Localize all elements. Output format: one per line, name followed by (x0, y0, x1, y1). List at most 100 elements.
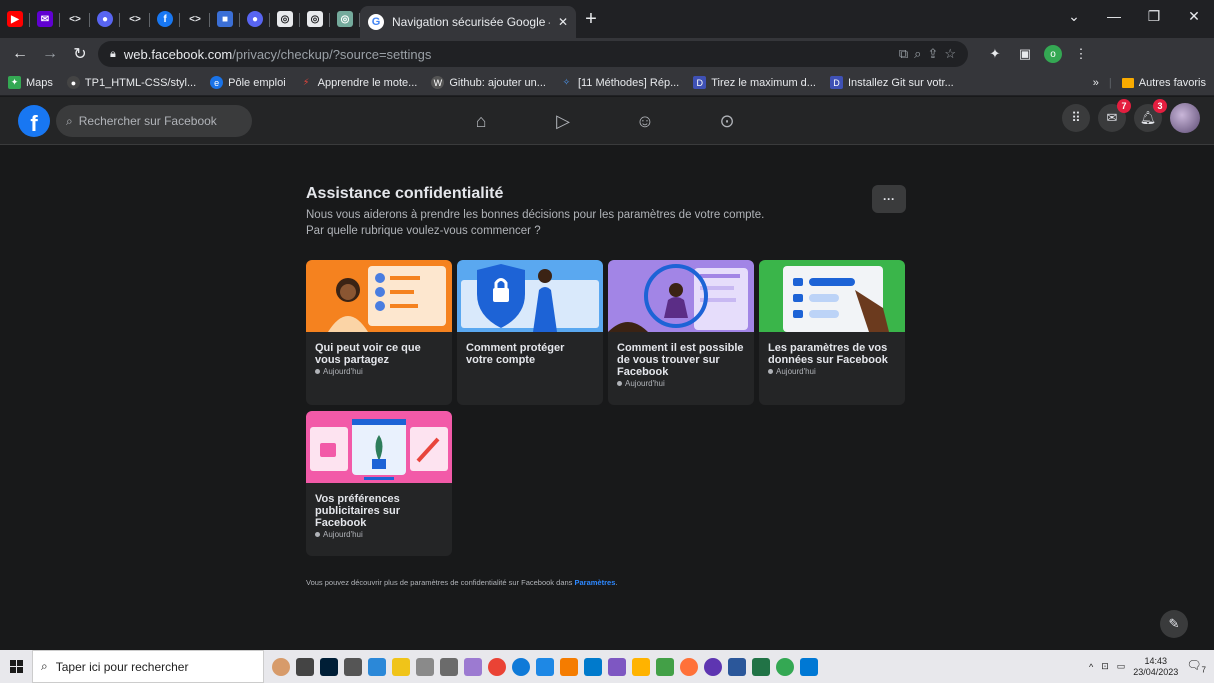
app-icon[interactable] (656, 657, 674, 676)
card-data-settings[interactable]: Les paramètres de vos données sur Facebo… (759, 260, 905, 405)
app-icon[interactable] (464, 657, 482, 676)
watch-icon[interactable]: ▷ (522, 97, 604, 145)
facebook-header: f ⌕ ⌂ ▷ ☺ ⊙ ⠿ ✉7 🔔︎3 (0, 97, 1214, 145)
app-icon[interactable] (632, 657, 650, 676)
groups-icon[interactable]: ☺ (604, 97, 686, 145)
install-app-icon[interactable]: ⧉ (899, 46, 908, 62)
new-tab-button[interactable]: + (576, 8, 606, 31)
tab-discord-2[interactable]: ● (240, 5, 270, 33)
cortana-icon[interactable] (272, 657, 290, 676)
tab-code-2[interactable]: <> (120, 5, 150, 33)
tab-code-3[interactable]: <> (180, 5, 210, 33)
bookmark-item[interactable]: ⚡︎ Apprendre le mote... (300, 76, 417, 89)
tab-facebook[interactable]: f (150, 5, 180, 33)
card-date: Aujourd'hui (768, 367, 896, 376)
tab-mail[interactable]: ✉ (30, 5, 60, 33)
tab-openai-1[interactable]: ◎ (270, 5, 300, 33)
notifications-icon[interactable]: 🔔︎ 3 (1134, 99, 1167, 132)
battery-icon[interactable]: ▭ (1117, 661, 1126, 672)
network-icon[interactable]: ⊡ (1101, 661, 1109, 672)
back-button[interactable]: ← (8, 42, 32, 66)
bookmark-item[interactable]: ✧ [11 Méthodes] Rép... (560, 76, 680, 89)
page-subtitle: Nous vous aiderons à prendre les bonnes … (306, 209, 765, 221)
reload-button[interactable]: ↻ (68, 42, 92, 66)
app-icon[interactable] (560, 657, 578, 676)
url-field[interactable]: 🔒︎ web.facebook.com/privacy/checkup/?sou… (98, 41, 968, 67)
photos-icon[interactable] (800, 657, 818, 676)
new-message-button[interactable]: ✎ (1160, 610, 1188, 638)
google-icon: G (368, 14, 384, 30)
search-input[interactable] (78, 114, 229, 128)
start-button[interactable] (0, 650, 32, 683)
tab-youtube[interactable]: ▶ (0, 5, 30, 33)
chrome-icon[interactable] (488, 657, 506, 676)
tab-code-1[interactable]: <> (60, 5, 90, 33)
extensions-icon[interactable]: ✦ (984, 43, 1006, 65)
file-explorer-icon[interactable] (392, 657, 410, 676)
vscode-icon[interactable] (584, 657, 602, 676)
facebook-logo[interactable]: f (18, 105, 50, 137)
word-icon[interactable] (728, 657, 746, 676)
card-how-to-find[interactable]: Comment il est possible de vous trouver … (608, 260, 754, 405)
card-title: Comment il est possible de vous trouver … (617, 342, 744, 378)
notification-center-icon[interactable]: 🗨︎7 (1186, 658, 1206, 674)
close-window-button[interactable]: ✕ (1174, 0, 1214, 32)
forward-button[interactable]: → (38, 42, 62, 66)
tab-search-icon[interactable]: ⌄ (1054, 0, 1094, 32)
app-icon: ■ (217, 11, 233, 27)
firefox-icon[interactable] (680, 657, 698, 676)
photoshop-icon[interactable] (320, 657, 338, 676)
home-icon[interactable]: ⌂ (440, 97, 522, 145)
task-view-icon[interactable] (296, 657, 314, 676)
tab-discord-1[interactable]: ● (90, 5, 120, 33)
app-icon[interactable] (608, 657, 626, 676)
excel-icon[interactable] (752, 657, 770, 676)
app-icon[interactable] (440, 657, 458, 676)
profile-avatar[interactable]: o (1044, 45, 1062, 63)
tab-openai-3[interactable]: ◎ (330, 5, 360, 33)
messenger-icon[interactable]: ✉ 7 (1098, 99, 1131, 132)
tab-openai-2[interactable]: ◎ (300, 5, 330, 33)
tab-app[interactable]: ■ (210, 5, 240, 33)
bookmark-item[interactable]: ✦ Maps (8, 76, 53, 89)
app-icon[interactable] (704, 657, 722, 676)
taskbar-search[interactable]: ⌕ Taper ici pour rechercher (32, 650, 264, 683)
avatar[interactable] (1170, 103, 1200, 133)
card-who-can-see[interactable]: Qui peut voir ce que vous partagez Aujou… (306, 260, 452, 405)
other-bookmarks[interactable]: Autres favoris (1121, 77, 1206, 89)
app-icon[interactable] (368, 657, 386, 676)
chevron-up-icon[interactable]: ^ (1089, 662, 1093, 672)
share-icon[interactable]: ⇪ (927, 46, 938, 62)
settings-link[interactable]: Paramètres (575, 578, 616, 587)
card-ad-preferences[interactable]: Vos préférences publicitaires sur Facebo… (306, 411, 452, 556)
bookmark-item[interactable]: D Tirez le maximum d... (693, 76, 816, 89)
card-protect-account[interactable]: Comment protéger votre compte (457, 260, 603, 405)
menu-grid-icon[interactable]: ⠿ (1062, 104, 1090, 132)
edge-icon[interactable] (512, 657, 530, 676)
restore-button[interactable]: ❐ (1134, 0, 1174, 32)
close-tab-icon[interactable]: ✕ (558, 15, 568, 29)
app-icon[interactable] (536, 657, 554, 676)
browser-menu-icon[interactable]: ⋮ (1070, 43, 1092, 65)
facebook-search[interactable]: ⌕ (56, 105, 252, 137)
side-panel-icon[interactable]: ▣ (1014, 43, 1036, 65)
bookmark-item[interactable]: W Github: ajouter un... (431, 76, 546, 89)
bookmark-item[interactable]: D Installez Git sur votr... (829, 76, 954, 89)
bookmark-label: Maps (26, 76, 53, 89)
vscode-icon: ✧ (562, 77, 571, 87)
clock[interactable]: 14:43 23/04/2023 (1133, 656, 1178, 678)
zoom-icon[interactable]: ⌕ (914, 46, 921, 62)
settings-icon[interactable] (344, 657, 362, 676)
bookmarks-overflow-button[interactable]: » (1093, 77, 1099, 89)
chrome-icon[interactable] (776, 657, 794, 676)
app-icon[interactable] (416, 657, 434, 676)
clock-date: 23/04/2023 (1133, 666, 1179, 677)
minimize-button[interactable]: — (1094, 0, 1134, 32)
gaming-icon[interactable]: ⊙ (686, 97, 768, 145)
bookmark-star-icon[interactable]: ☆ (944, 46, 956, 62)
bookmark-item[interactable]: e Pôle emploi (210, 76, 286, 89)
github-icon: ● (66, 76, 80, 89)
more-options-button[interactable]: ··· (872, 185, 906, 213)
tab-active[interactable]: G Navigation sécurisée Google – G ✕ (360, 6, 576, 38)
bookmark-item[interactable]: ● TP1_HTML-CSS/styl... (66, 76, 196, 89)
